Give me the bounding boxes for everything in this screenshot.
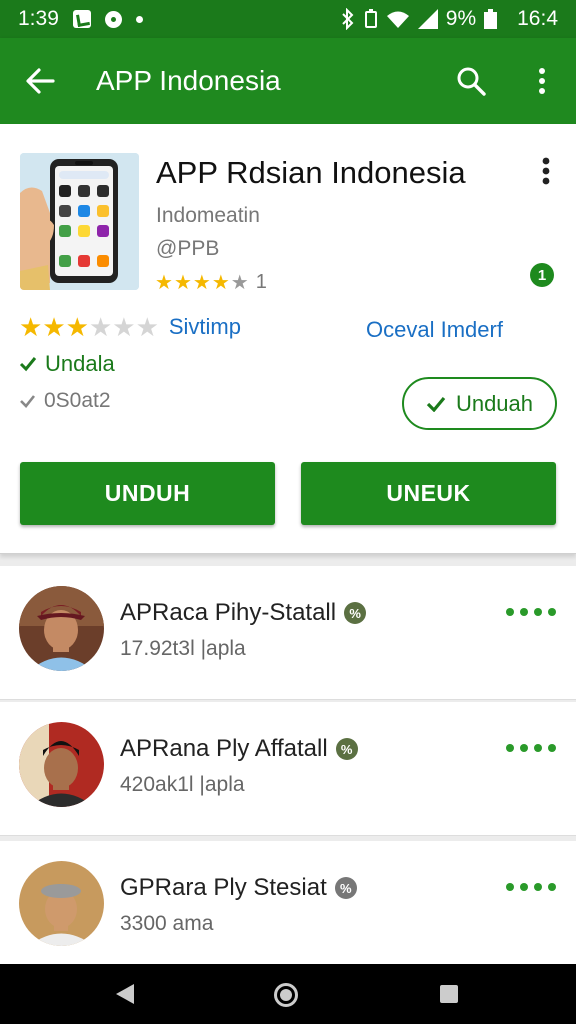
battery-percent: 9% <box>445 7 477 30</box>
bluetooth-icon <box>342 8 354 30</box>
star-empty-icon: ★ <box>112 312 136 342</box>
star-empty-icon: ★ <box>88 312 113 342</box>
row-more-button[interactable] <box>506 877 556 897</box>
verified-badge-icon: % <box>335 738 358 760</box>
mini-rating: ★ ★ ★ ★ ★ 1 <box>155 270 267 295</box>
status-clock: 16:4 <box>517 7 558 30</box>
signal-icon <box>417 9 438 29</box>
star-empty-icon: ★ <box>135 312 159 342</box>
notification-icon <box>72 10 91 28</box>
star-filled-icon: ★ <box>211 272 230 294</box>
user-subtitle: 3300 ama <box>120 912 214 935</box>
app-title: APP Rdsian Indonesia <box>156 155 466 190</box>
secondary-check-label: 0S0at2 <box>44 389 111 412</box>
more-vert-icon <box>542 157 550 185</box>
arrow-left-icon <box>26 68 55 94</box>
star-filled-icon: ★ <box>42 312 66 342</box>
secondary-check-line: 0S0at2 <box>19 389 111 413</box>
nav-home-icon[interactable] <box>274 983 298 1007</box>
check-icon <box>426 396 446 412</box>
developer-name[interactable]: Indomeatin <box>156 204 260 228</box>
vibrate-icon <box>364 9 377 28</box>
card-overflow-button[interactable] <box>534 154 558 188</box>
phone-in-hand-image <box>20 153 139 290</box>
star-filled-icon: ★ <box>192 272 211 294</box>
detail-link[interactable]: Oceval Imderf <box>366 317 503 343</box>
battery-icon <box>484 9 498 29</box>
outline-button-label: Unduah <box>455 390 534 416</box>
user-name-text: APRana Ply Affatall <box>120 735 328 762</box>
app-detail-card: APP Rdsian Indonesia Indomeatin @PPB ★ ★… <box>0 124 576 554</box>
star-filled-icon: ★ <box>155 272 173 294</box>
avatar <box>19 722 104 807</box>
check-icon <box>20 394 36 408</box>
check-icon <box>19 357 37 372</box>
row-more-button[interactable] <box>506 602 556 622</box>
star-filled-icon: ★ <box>173 272 192 294</box>
avatar <box>19 861 104 946</box>
list-item[interactable]: APRaca Pihy-Statall % 17.92t3l |apla <box>0 566 576 700</box>
rating-stars: ★ ★ ★ ★ ★ ★ Sivtimp <box>19 314 241 340</box>
star-filled-icon: ★ <box>65 312 89 342</box>
search-icon <box>457 67 486 96</box>
nav-recents-icon[interactable] <box>440 985 458 1003</box>
search-button[interactable] <box>452 62 490 100</box>
overflow-menu-button[interactable] <box>526 62 558 100</box>
user-name: APRana Ply Affatall % <box>120 735 358 763</box>
rating-link[interactable]: Sivtimp <box>169 314 241 340</box>
media-icon <box>104 10 122 28</box>
user-name-text: GPRara Ply Stesiat <box>120 874 327 901</box>
wifi-icon <box>386 11 409 28</box>
list-item[interactable]: APRana Ply Affatall % 420ak1l |apla <box>0 702 576 836</box>
app-icon <box>20 153 139 290</box>
verified-badge-icon: % <box>334 877 357 899</box>
app-bar: APP Indonesia <box>0 38 576 124</box>
system-nav-bar <box>0 964 576 1024</box>
user-subtitle: 420ak1l |apla <box>120 773 245 796</box>
status-time: 1:39 <box>18 7 59 30</box>
status-check-label: Undala <box>45 351 115 376</box>
nav-back-icon[interactable] <box>116 984 134 1004</box>
verified-badge-icon: % <box>344 602 367 624</box>
uneuk-button[interactable]: UNEUK <box>301 462 556 525</box>
row-more-button[interactable] <box>506 738 556 758</box>
avatar <box>19 586 104 671</box>
status-check-line: Undala <box>19 351 115 377</box>
list-item[interactable]: GPRara Ply Stesiat % 3300 ama <box>0 841 576 975</box>
developer-handle: @PPB <box>156 237 220 260</box>
rating-count: 1 <box>255 271 267 293</box>
user-name: APRaca Pihy-Statall % <box>120 599 367 627</box>
user-name: GPRara Ply Stesiat % <box>120 874 357 902</box>
notification-dot-icon <box>135 15 143 23</box>
star-empty-icon: ★ <box>230 272 249 294</box>
unduh-outline-button[interactable]: Unduah <box>402 377 557 430</box>
more-vert-icon <box>539 68 545 94</box>
user-name-text: APRaca Pihy-Statall <box>120 599 337 626</box>
status-bar: 1:39 9% 16:4 <box>0 0 576 38</box>
back-button[interactable] <box>22 63 58 99</box>
star-filled-icon: ★ <box>19 312 43 342</box>
info-badge: 1 <box>530 263 554 287</box>
app-bar-title: APP Indonesia <box>96 65 281 96</box>
user-subtitle: 17.92t3l |apla <box>120 637 246 660</box>
unduh-button[interactable]: UNDUH <box>20 462 275 525</box>
